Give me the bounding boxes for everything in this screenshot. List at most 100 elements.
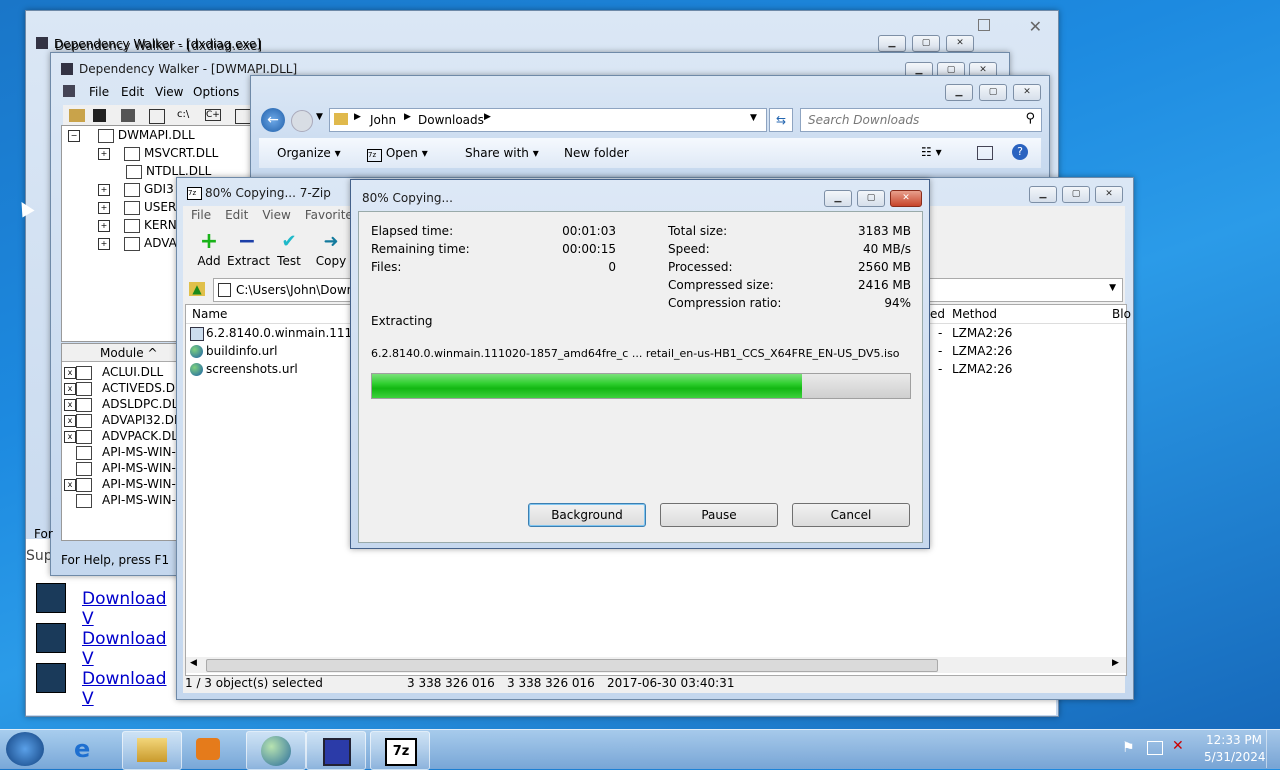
path-dropdown-icon[interactable]: ▼ <box>1109 283 1116 293</box>
dependency-walker-taskbar-button[interactable] <box>306 731 366 770</box>
save-icon[interactable] <box>93 109 106 122</box>
action-center-flag-icon[interactable]: ⚑ <box>1122 740 1135 756</box>
menu-edit[interactable]: Edit <box>225 208 248 222</box>
module-header-label: Module ^ <box>100 346 158 360</box>
breadcrumb-john[interactable]: John <box>370 113 396 127</box>
view-options-icon[interactable]: ☷ ▾ <box>921 145 942 159</box>
share-with-button[interactable]: Share with ▾ <box>465 146 539 160</box>
menu-edit[interactable]: Edit <box>121 83 144 101</box>
collapse-icon[interactable]: − <box>68 129 80 142</box>
background-button[interactable]: Background <box>528 503 646 527</box>
close-button[interactable]: ✕ <box>1013 84 1041 101</box>
module-row[interactable]: x ACLUI.DLL <box>62 364 163 380</box>
cancel-button[interactable]: Cancel <box>792 503 910 527</box>
minimize-button[interactable]: ▁ <box>945 84 973 101</box>
tree-item[interactable]: + MSVCRT.DLL <box>98 146 218 161</box>
tree-item[interactable]: + KERN <box>98 218 177 233</box>
back-button[interactable]: ← <box>261 108 285 132</box>
copy-button[interactable]: ➜ Copy <box>315 230 347 268</box>
maximize-button[interactable]: ▢ <box>912 35 940 52</box>
module-row[interactable]: API-MS-WIN-C <box>62 444 184 460</box>
module-row[interactable]: x ADVAPI32.DLL <box>62 412 187 428</box>
maximize-button[interactable]: ▢ <box>1062 186 1090 203</box>
explorer-taskbar-button[interactable] <box>122 731 182 770</box>
up-folder-icon[interactable]: ▲ <box>189 282 205 296</box>
breadcrumb-downloads[interactable]: Downloads <box>418 113 484 127</box>
show-desktop-button[interactable] <box>1266 730 1280 768</box>
tree-item[interactable]: + ADVA <box>98 236 177 251</box>
open-folder-icon[interactable] <box>69 109 85 122</box>
column-name[interactable]: Name <box>192 307 227 321</box>
open-label: Open <box>385 146 418 160</box>
internet-explorer-icon[interactable]: e <box>74 736 102 762</box>
scroll-left-icon[interactable]: ◀ <box>190 658 197 668</box>
close-button[interactable]: ✕ <box>1095 186 1123 203</box>
close-icon[interactable]: ✕ <box>1029 17 1042 36</box>
module-row[interactable]: x ADSLDPC.DLL <box>62 396 185 412</box>
menu-file[interactable]: File <box>191 208 211 222</box>
minimize-button[interactable]: ▁ <box>878 35 906 52</box>
tree-item[interactable]: + GDI3 <box>98 182 174 197</box>
help-icon[interactable]: ? <box>1012 144 1028 160</box>
column-block[interactable]: Blo <box>1112 307 1131 321</box>
network-icon[interactable] <box>1147 741 1163 755</box>
maximize-button[interactable]: ▢ <box>979 84 1007 101</box>
close-button[interactable]: ✕ <box>946 35 974 52</box>
minimize-button[interactable]: ▁ <box>824 190 852 207</box>
maximize-button[interactable]: ▢ <box>857 190 885 207</box>
menu-view[interactable]: View <box>155 83 183 101</box>
seven-zip-taskbar-button[interactable]: 7z <box>370 731 430 770</box>
extract-button[interactable]: − Extract <box>227 230 270 269</box>
clock-date[interactable]: 5/31/2024 <box>1204 750 1266 764</box>
column-method[interactable]: Method <box>952 307 997 321</box>
find-icon[interactable] <box>121 109 135 122</box>
forward-button[interactable] <box>291 110 313 132</box>
cpp-icon[interactable]: C+ <box>205 109 221 121</box>
organize-button[interactable]: Organize ▾ <box>277 146 341 160</box>
test-button[interactable]: ✔ Test <box>273 230 305 268</box>
module-row[interactable]: API-MS-WIN-C <box>62 492 184 508</box>
module-row[interactable]: x API-MS-WIN-C <box>62 476 184 492</box>
media-player-icon[interactable] <box>196 738 220 760</box>
module-row[interactable]: API-MS-WIN-C <box>62 460 184 476</box>
clock-time[interactable]: 12:33 PM <box>1206 733 1262 747</box>
scrollbar-thumb[interactable] <box>206 659 938 672</box>
add-button[interactable]: + Add <box>191 230 227 269</box>
preview-pane-icon[interactable] <box>977 146 993 160</box>
tree-root[interactable]: − DWMAPI.DLL <box>68 128 195 143</box>
menu-file[interactable]: File <box>89 83 109 101</box>
search-input[interactable]: Search Downloads ⚲ <box>800 108 1042 132</box>
tree-icon[interactable] <box>149 109 165 124</box>
refresh-button[interactable]: ⇆ <box>769 108 793 132</box>
download-link[interactable]: Download V <box>82 629 167 669</box>
browser-taskbar-button[interactable] <box>246 731 306 770</box>
column-packed-size[interactable]: ed <box>930 307 945 321</box>
restore-icon[interactable] <box>978 19 990 31</box>
expand-icon[interactable]: + <box>98 201 110 214</box>
download-link[interactable]: Download V <box>82 669 167 709</box>
module-row[interactable]: x ADVPACK.DLL <box>62 428 185 444</box>
pause-button[interactable]: Pause <box>660 503 778 527</box>
expand-icon[interactable]: + <box>98 219 110 232</box>
expand-icon[interactable]: + <box>98 147 110 160</box>
tree-item[interactable]: + USER <box>98 200 176 215</box>
module-row[interactable]: x ACTIVEDS.DLL <box>62 380 188 396</box>
path-icon[interactable]: c:\ <box>177 109 189 120</box>
open-button[interactable]: 7z Open ▾ <box>367 146 428 162</box>
start-button[interactable] <box>6 732 44 766</box>
close-button[interactable]: ✕ <box>890 190 922 207</box>
horizontal-scrollbar[interactable]: ◀ ▶ <box>186 657 1126 673</box>
expand-icon[interactable]: + <box>98 237 110 250</box>
history-dropdown-icon[interactable]: ▼ <box>316 112 323 122</box>
minimize-button[interactable]: ▁ <box>1029 186 1057 203</box>
chart-icon[interactable] <box>235 109 251 124</box>
download-link[interactable]: Download V <box>82 589 167 629</box>
menu-view[interactable]: View <box>262 208 290 222</box>
volume-muted-icon[interactable]: ✕ <box>1172 738 1184 754</box>
address-dropdown-icon[interactable]: ▼ <box>750 113 757 123</box>
address-bar[interactable]: ▶ John ▶ Downloads ▶ ▼ <box>329 108 767 132</box>
expand-icon[interactable]: + <box>98 183 110 196</box>
new-folder-button[interactable]: New folder <box>564 146 629 160</box>
scroll-right-icon[interactable]: ▶ <box>1112 658 1119 668</box>
menu-options[interactable]: Options <box>193 83 239 101</box>
